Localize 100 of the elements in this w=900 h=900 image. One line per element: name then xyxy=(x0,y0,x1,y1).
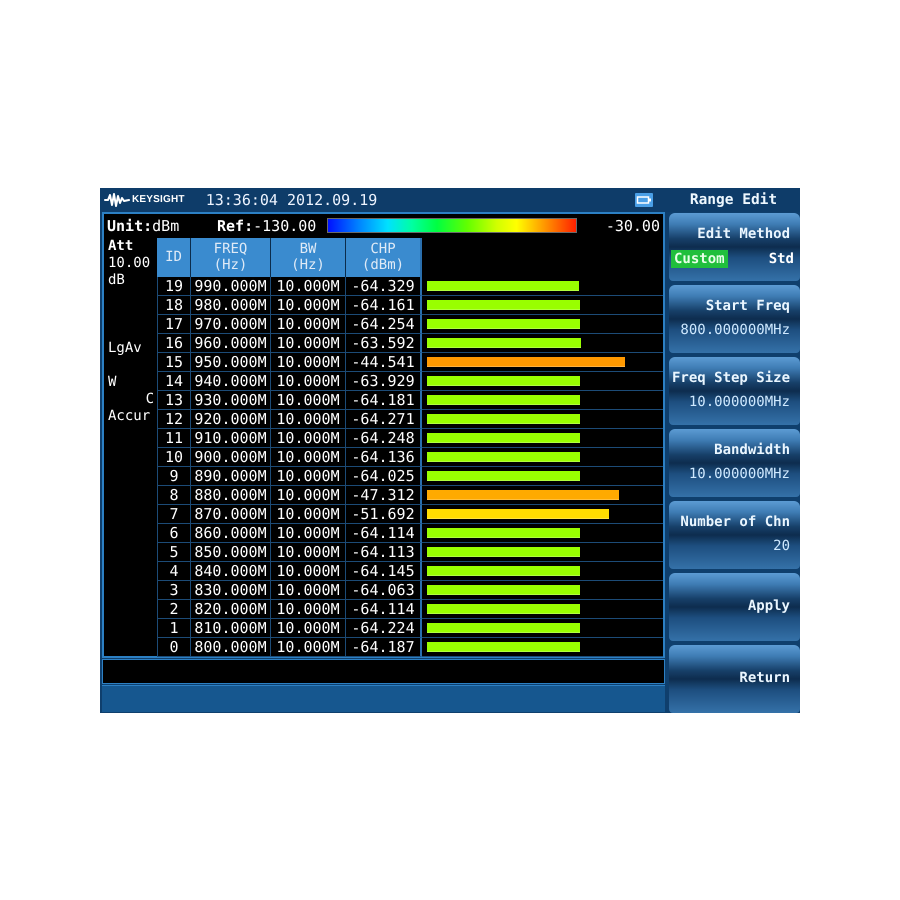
table-cell: -63.592 xyxy=(346,334,422,352)
softkey-button[interactable]: Return xyxy=(669,644,800,712)
table-cell: 910.000M xyxy=(191,428,271,448)
table-cell: 15 xyxy=(157,352,191,372)
table-cell: 820.000M xyxy=(191,600,271,618)
table-cell: 900.000M xyxy=(191,448,271,466)
table-cell: 890.000M xyxy=(191,466,271,486)
table-cell: 10.000M xyxy=(271,372,346,390)
column-unit: (dBm) xyxy=(362,257,404,273)
table-cell: 950.000M xyxy=(191,352,271,372)
table-cell: 10.000M xyxy=(271,618,346,638)
unit-label: Unit:dBm xyxy=(106,216,180,234)
waveform-icon xyxy=(104,192,130,206)
parameter-value: 20 xyxy=(772,538,790,555)
table-cell: 870.000M xyxy=(191,504,271,524)
table-cell: 8 xyxy=(157,486,191,504)
softkey-button[interactable]: Edit Method Custom Std xyxy=(669,212,800,280)
table-cell: -64.063 xyxy=(346,580,422,600)
logo-text: KEYSIGHT xyxy=(132,194,185,205)
table-cell: 19 xyxy=(157,276,191,296)
table-cell: 10.000M xyxy=(271,352,346,372)
menu-title: Range Edit xyxy=(690,192,778,208)
table-cell: 10.000M xyxy=(271,448,346,466)
table-cell: -64.136 xyxy=(346,448,422,466)
parameter-value: 800.000000MHz xyxy=(679,322,790,339)
detector-mode: LgAv xyxy=(107,340,143,356)
softkey-button[interactable]: Apply xyxy=(669,572,800,640)
table-cell: -64.114 xyxy=(346,600,422,618)
table-cell: 10.000M xyxy=(271,334,346,352)
table-cell: -64.329 xyxy=(346,276,422,296)
table-cell: 1 xyxy=(157,618,191,638)
table-cell: 10.000M xyxy=(271,580,346,600)
table-cell: 980.000M xyxy=(191,296,271,314)
table-cell: 14 xyxy=(157,372,191,390)
reference-level: Ref:-130.00 xyxy=(217,216,318,234)
table-cell: -44.541 xyxy=(346,352,422,372)
column-title: CHP xyxy=(370,241,396,257)
softkey-button[interactable]: Start Freq 800.000000MHz xyxy=(669,284,800,352)
softkey-button[interactable]: Number of Chn 20 xyxy=(669,500,800,568)
method-option: Std xyxy=(766,250,797,268)
attenuation-label: Att xyxy=(107,238,134,254)
table-cell: 990.000M xyxy=(191,276,271,296)
table-cell: -64.161 xyxy=(346,296,422,314)
status-indicator: Accur xyxy=(107,408,152,424)
table-cell: 960.000M xyxy=(191,334,271,352)
table-cell: 10.000M xyxy=(271,276,346,296)
table-cell: -64.254 xyxy=(346,314,422,334)
table-cell: 810.000M xyxy=(191,618,271,638)
table-cell: 12 xyxy=(157,410,191,428)
table-cell: -64.025 xyxy=(346,466,422,486)
table-cell: 880.000M xyxy=(191,486,271,504)
table-cell: -64.113 xyxy=(346,542,422,562)
table-cell: 16 xyxy=(157,334,191,352)
table-cell: 840.000M xyxy=(191,562,271,580)
table-cell: -64.145 xyxy=(346,562,422,580)
parameter-value: 10.000000MHz xyxy=(688,466,790,483)
status-indicator: W xyxy=(107,374,118,390)
table-cell: 10.000M xyxy=(271,504,346,524)
table-cell: 800.000M xyxy=(191,638,271,656)
table-cell: 10.000M xyxy=(271,428,346,448)
table-cell: 10.000M xyxy=(271,542,346,562)
date-time: 13:36:04 2012.09.19 xyxy=(206,190,378,208)
table-cell: 940.000M xyxy=(191,372,271,390)
table-cell: 9 xyxy=(157,466,191,486)
table-cell: -64.248 xyxy=(346,428,422,448)
table-cell: 10 xyxy=(157,448,191,466)
table-cell: 850.000M xyxy=(191,542,271,562)
table-cell: 4 xyxy=(157,562,191,580)
table-cell: 5 xyxy=(157,542,191,562)
table-cell: 3 xyxy=(157,580,191,600)
method-option: Custom xyxy=(671,250,728,268)
column-title: ID xyxy=(165,249,182,265)
table-cell: 10.000M xyxy=(271,314,346,334)
table-cell: -64.181 xyxy=(346,390,422,410)
softkey-button[interactable]: Bandwidth 10.000000MHz xyxy=(669,428,800,496)
table-cell: -63.929 xyxy=(346,372,422,390)
table-cell: 10.000M xyxy=(271,486,346,504)
table-cell: 10.000M xyxy=(271,638,346,656)
table-cell: 11 xyxy=(157,428,191,448)
status-indicator: C xyxy=(144,390,155,408)
parameter-value: 10.000000MHz xyxy=(688,394,790,411)
table-cell: -64.224 xyxy=(346,618,422,638)
table-cell: 10.000M xyxy=(271,410,346,428)
table-cell: -47.312 xyxy=(346,486,422,504)
table-cell: 18 xyxy=(157,296,191,314)
table-cell: 6 xyxy=(157,524,191,542)
table-cell: 830.000M xyxy=(191,580,271,600)
table-cell: 10.000M xyxy=(271,600,346,618)
softkey-button[interactable]: Freq Step Size 10.000000MHz xyxy=(669,356,800,424)
attenuation-unit: dB xyxy=(107,272,126,288)
table-cell: -64.114 xyxy=(346,524,422,542)
table-cell: 7 xyxy=(157,504,191,524)
table-cell: -64.187 xyxy=(346,638,422,656)
table-cell: 930.000M xyxy=(191,390,271,410)
table-cell: 10.000M xyxy=(271,524,346,542)
table-cell: 860.000M xyxy=(191,524,271,542)
column-title: BW xyxy=(300,241,316,257)
table-cell: 13 xyxy=(157,390,191,410)
column-unit: (Hz) xyxy=(214,257,248,273)
table-cell: 10.000M xyxy=(271,466,346,486)
